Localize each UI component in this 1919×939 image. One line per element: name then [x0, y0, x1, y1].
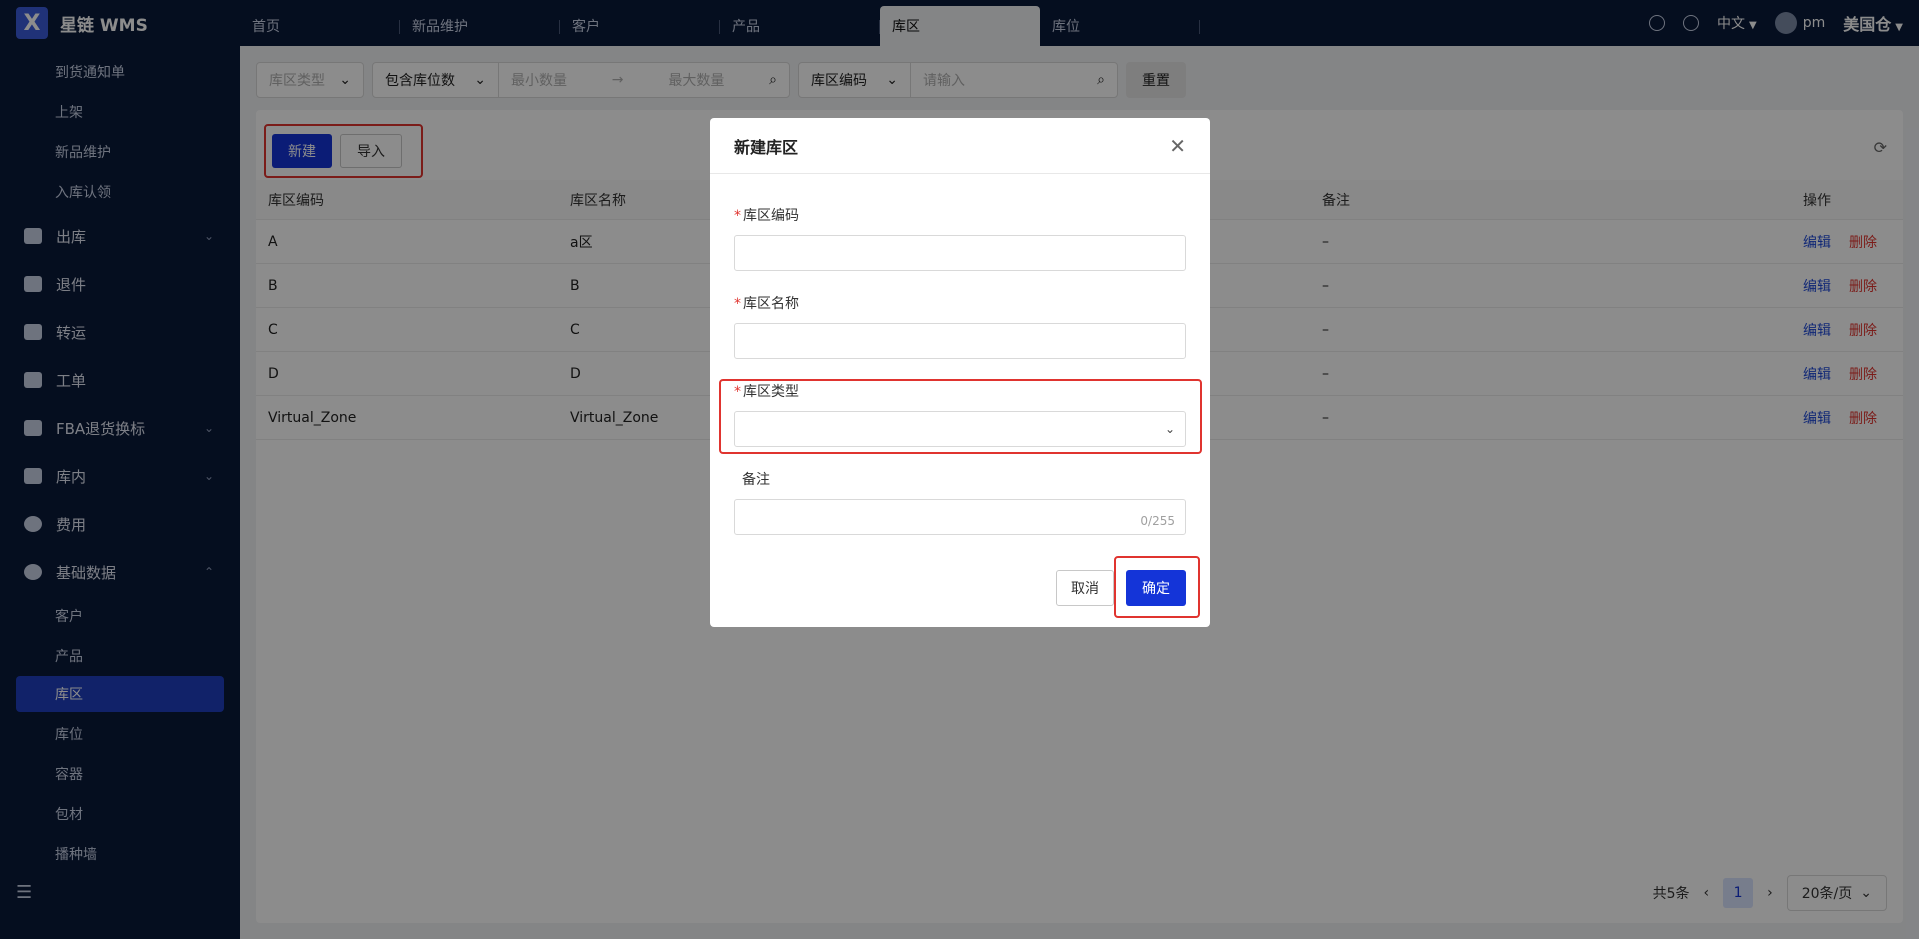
remark-label: 备注	[742, 472, 770, 488]
modal-header: 新建库区 ✕	[710, 118, 1210, 174]
required-mark: *	[734, 208, 741, 224]
cancel-button[interactable]: 取消	[1056, 570, 1114, 606]
confirm-button[interactable]: 确定	[1126, 570, 1186, 606]
label-text: 库区类型	[743, 384, 799, 400]
new-zone-modal: 新建库区 ✕ * 库区编码 * 库区名称 * 库区类型 ⌄ 备注 0/255 取消 确…	[710, 118, 1210, 627]
chevron-down-icon: ⌄	[1164, 422, 1175, 436]
required-mark: *	[734, 384, 741, 400]
zone-type-select[interactable]: ⌄	[734, 411, 1186, 447]
close-icon[interactable]: ✕	[1169, 134, 1186, 158]
zone-type-label: * 库区类型	[734, 381, 1186, 401]
zone-code-field: * 库区编码	[734, 205, 1186, 271]
remark-textarea[interactable]: 0/255	[734, 499, 1186, 535]
modal-footer: 取消 确定	[1056, 570, 1186, 606]
zone-type-field: * 库区类型 ⌄	[734, 381, 1186, 447]
required-mark: *	[734, 296, 741, 312]
zone-code-label: * 库区编码	[734, 205, 1186, 225]
remark-field: 备注 0/255	[734, 469, 1186, 535]
label-text: 库区名称	[743, 296, 799, 312]
modal-title: 新建库区	[734, 137, 799, 157]
zone-name-field: * 库区名称	[734, 293, 1186, 359]
char-counter: 0/255	[1140, 514, 1175, 528]
zone-code-input[interactable]	[734, 235, 1186, 271]
label-text: 库区编码	[743, 208, 799, 224]
zone-name-label: * 库区名称	[734, 293, 1186, 313]
zone-name-input[interactable]	[734, 323, 1186, 359]
